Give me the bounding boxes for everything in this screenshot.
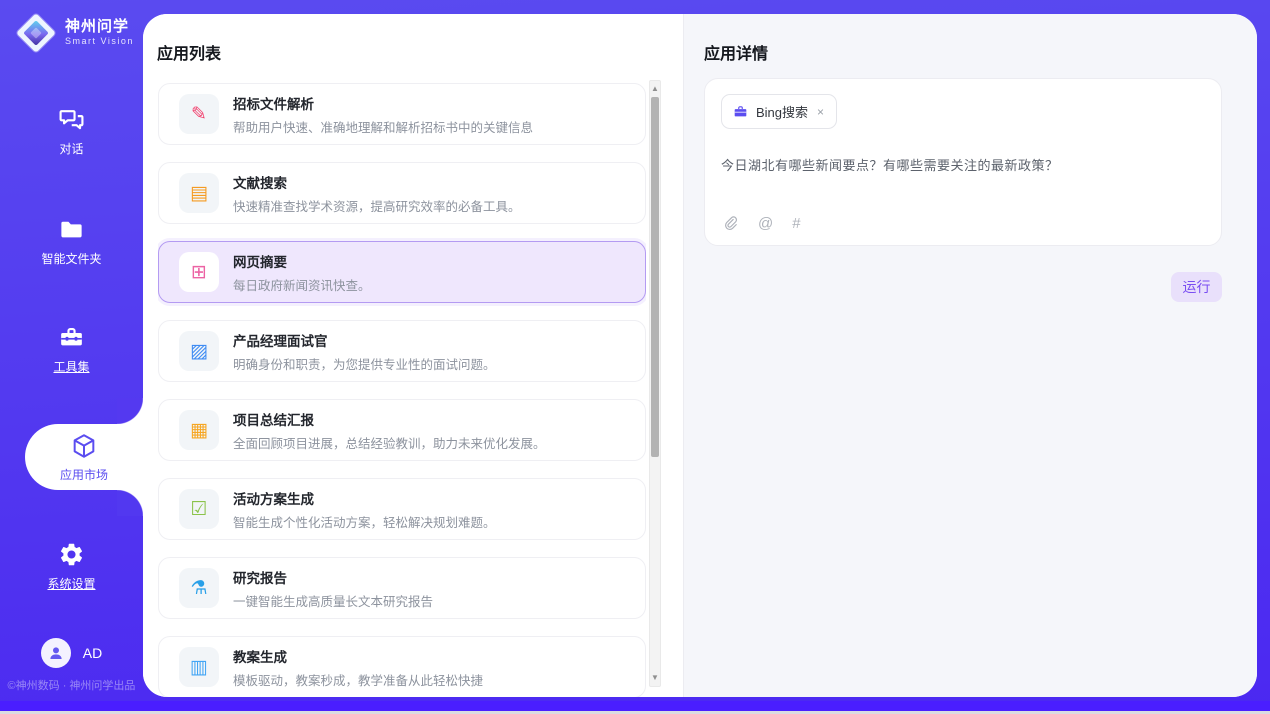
app-card[interactable]: ▥ 教案生成 模板驱动，教案秒成，教学准备从此轻松快捷 [158,636,646,697]
close-icon[interactable]: × [816,105,825,119]
avatar [41,638,71,668]
brand-name: 神州问学 [65,19,134,36]
briefcase-icon [733,104,748,119]
user-account[interactable]: AD [0,638,143,668]
sidebar-item-smart-folder[interactable]: 智能文件夹 [0,213,143,269]
sidebar: 神州问学 Smart Vision 对话 智能文件夹 工具集 应用市场 系统设置… [0,0,143,700]
scrollbar-thumb[interactable] [651,97,659,457]
app-card[interactable]: ⊞ 网页摘要 每日政府新闻资讯快查。 [158,241,646,303]
app-card[interactable]: ▤ 文献搜索 快速精准查找学术资源，提高研究效率的必备工具。 [158,162,646,224]
query-text[interactable]: 今日湖北有哪些新闻要点？有哪些需要关注的最新政策？ [721,155,1205,174]
hash-icon[interactable]: # [792,216,800,231]
interview-icon: ▨ [179,331,219,371]
app-list-title: 应用列表 [157,40,221,64]
research-icon: ⚗ [179,568,219,608]
sidebar-item-toolset[interactable]: 工具集 [0,321,143,377]
paperclip-icon[interactable] [722,215,739,232]
tool-tag-bing-search[interactable]: Bing搜索 × [721,94,837,129]
person-icon [47,644,65,662]
scrollbar-down-icon[interactable]: ▼ [650,671,660,685]
copyright-text: ©神州数码 · 神州问学出品 [0,677,143,693]
brand-subtitle: Smart Vision [65,37,134,47]
app-detail-title: 应用详情 [704,40,768,64]
user-initials: AD [83,645,102,661]
app-card[interactable]: ☑ 活动方案生成 智能生成个性化活动方案，轻松解决规划难题。 [158,478,646,540]
at-icon[interactable]: @ [758,216,773,231]
app-list: ✎ 招标文件解析 帮助用户快速、准确地理解和解析招标书中的关键信息 ▤ 文献搜索… [158,83,646,697]
app-card[interactable]: ▦ 项目总结汇报 全面回顾项目进展，总结经验教训，助力未来优化发展。 [158,399,646,461]
query-input-card[interactable]: Bing搜索 × 今日湖北有哪些新闻要点？有哪些需要关注的最新政策？ @ # [704,78,1222,246]
folder-icon [58,216,86,244]
app-card[interactable]: ⚗ 研究报告 一键智能生成高质量长文本研究报告 [158,557,646,619]
books-icon: ▥ [179,647,219,687]
toolbox-icon [58,324,86,352]
scrollbar-up-icon[interactable]: ▲ [650,82,660,96]
pen-square-icon: ✎ [179,94,219,134]
diamond-logo-icon [15,12,57,54]
run-button[interactable]: 运行 [1171,272,1222,302]
sidebar-item-chat[interactable]: 对话 [0,103,143,159]
sidebar-item-settings[interactable]: 系统设置 [0,538,143,594]
attachment-toolbar: @ # [722,215,801,232]
sidebar-item-app-market[interactable]: 应用市场 [25,424,143,490]
app-list-panel: 应用列表 ✎ 招标文件解析 帮助用户快速、准确地理解和解析招标书中的关键信息 ▤… [143,14,683,697]
summary-icon: ▦ [179,410,219,450]
app-card[interactable]: ▨ 产品经理面试官 明确身份和职责，为您提供专业性的面试问题。 [158,320,646,382]
webpage-icon: ⊞ [179,252,219,292]
app-card[interactable]: ✎ 招标文件解析 帮助用户快速、准确地理解和解析招标书中的关键信息 [158,83,646,145]
main-content: 应用列表 ✎ 招标文件解析 帮助用户快速、准确地理解和解析招标书中的关键信息 ▤… [143,14,1257,697]
gear-icon [58,541,86,569]
cube-icon [70,432,98,460]
bottom-bar [0,701,1270,711]
tool-tag-label: Bing搜索 [756,102,808,121]
book-icon: ▤ [179,173,219,213]
scrollbar[interactable]: ▲ ▼ [649,80,661,687]
brand-logo: 神州问学 Smart Vision [15,12,134,54]
app-detail-panel: 应用详情 Bing搜索 × 今日湖北有哪些新闻要点？有哪些需要关注的最新政策？ [683,14,1257,697]
clipboard-icon: ☑ [179,489,219,529]
chat-icon [58,106,86,134]
app-window: 神州问学 Smart Vision 对话 智能文件夹 工具集 应用市场 系统设置… [0,0,1270,714]
